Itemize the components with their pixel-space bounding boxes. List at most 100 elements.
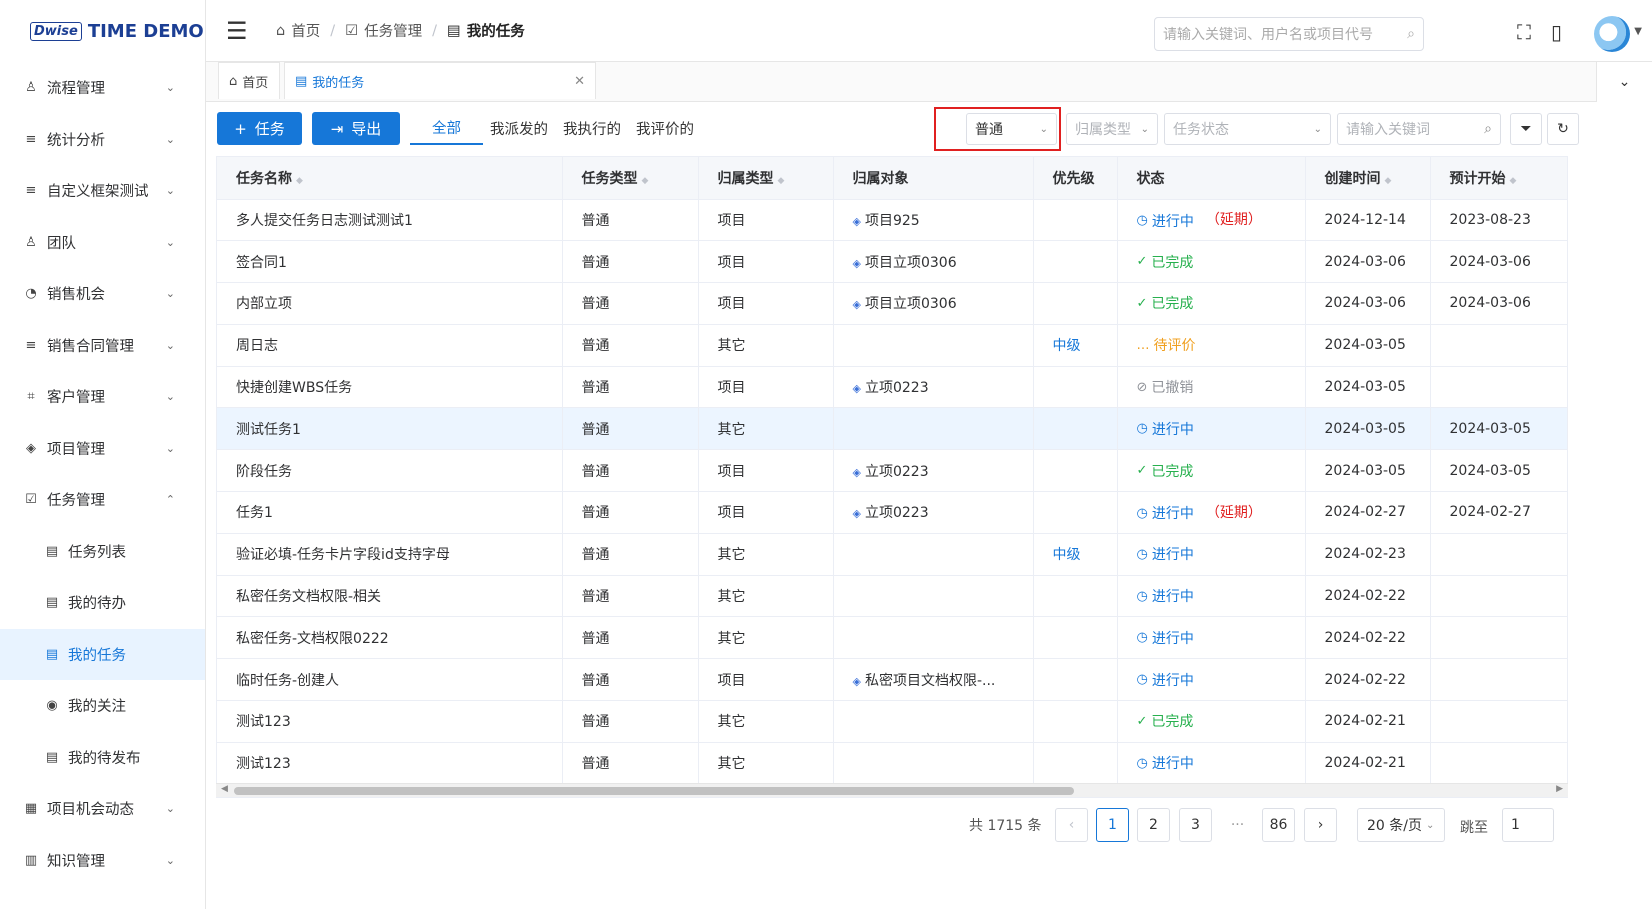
tabs-more-icon[interactable]: ⌄: [1596, 62, 1652, 102]
table-row[interactable]: 测试任务1 普通 其它 ◷ 进行中 2024-03-05 2024-03-05: [217, 407, 1567, 451]
status-badge: ◷ 进行中: [1137, 628, 1194, 648]
status-cell: ◷ 进行中: [1117, 742, 1306, 785]
scrollbar-thumb[interactable]: [234, 787, 1074, 795]
column-header-type[interactable]: 任务类型 ◆: [562, 157, 699, 200]
page-button[interactable]: 2: [1137, 808, 1170, 842]
sidebar-item[interactable]: ≡ 统计分析 ⌄: [0, 114, 205, 166]
check-circle-icon: ✓: [1136, 463, 1148, 479]
tab-my-tasks[interactable]: ▤ 我的任务 ✕: [284, 62, 596, 99]
page-size-select[interactable]: 20 条/页 ⌄: [1357, 808, 1445, 842]
sort-icon[interactable]: ◆: [778, 176, 785, 186]
sort-icon[interactable]: ◆: [642, 176, 649, 186]
sidebar-item[interactable]: ▤ 任务列表: [0, 526, 205, 578]
filter-tab-evaluating[interactable]: 我评价的: [636, 112, 694, 145]
close-icon[interactable]: ✕: [574, 74, 585, 89]
fullscreen-icon[interactable]: ⛶: [1517, 20, 1531, 44]
page-button[interactable]: 86: [1262, 808, 1295, 842]
filter-tab-executing[interactable]: 我执行的: [563, 112, 621, 145]
scroll-left-icon[interactable]: ◀: [221, 784, 228, 794]
belong-object-label[interactable]: 立项0223: [865, 505, 929, 521]
logo[interactable]: Dwise TIME DEMO: [0, 0, 205, 62]
status-badge: ✓ 已完成: [1137, 711, 1194, 731]
sidebar-item-label: 客户管理: [47, 390, 105, 407]
add-task-button[interactable]: + 任务: [217, 112, 302, 145]
sidebar-item[interactable]: ▥ 知识管理 ⌄: [0, 835, 205, 887]
prev-page-button[interactable]: ‹: [1055, 808, 1088, 842]
column-header-belong-type[interactable]: 归属类型 ◆: [698, 157, 834, 200]
table-row[interactable]: 私密任务-文档权限0222 普通 其它 ◷ 进行中 2024-02-22: [217, 616, 1567, 660]
table-row[interactable]: 验证必填-任务卡片字段id支持字母 普通 其它 中级 ◷ 进行中 2024-02-23: [217, 533, 1567, 576]
task-status-select[interactable]: 任务状态 ⌄: [1164, 113, 1331, 145]
column-header-name[interactable]: 任务名称 ◆: [217, 157, 563, 200]
sidebar-item[interactable]: ◈ 项目管理 ⌄: [0, 423, 205, 475]
sidebar-item[interactable]: ♙ 团队 ⌄: [0, 217, 205, 269]
sidebar-item[interactable]: ≡ 自定义框架测试 ⌄: [0, 165, 205, 217]
created-date-cell: 2024-02-21: [1305, 700, 1431, 743]
sort-icon[interactable]: ◆: [1510, 176, 1517, 186]
global-search-input[interactable]: 请输入关键词、用户名或项目代号 ⌕: [1154, 17, 1424, 51]
filter-icon[interactable]: ⏷: [1510, 113, 1542, 145]
belong-object-label[interactable]: 项目925: [865, 213, 920, 229]
sidebar-item[interactable]: ◉ 我的关注: [0, 680, 205, 732]
table-row[interactable]: 周日志 普通 其它 中级 … 待评价 2024-03-05: [217, 324, 1567, 367]
sidebar-item[interactable]: ▤ 我的任务: [0, 628, 205, 680]
refresh-icon[interactable]: ↻: [1547, 113, 1579, 145]
belong-object-label[interactable]: 立项0223: [865, 380, 929, 396]
sidebar-item[interactable]: ♙ 流程管理 ⌄: [0, 62, 205, 114]
horizontal-scrollbar[interactable]: ◀ ▶: [216, 783, 1568, 797]
status-badge: ◷ 进行中: [1137, 419, 1194, 439]
belong-object-label[interactable]: 项目立项0306: [865, 296, 957, 312]
column-header-start[interactable]: 预计开始 ◆: [1430, 157, 1567, 200]
sidebar-item[interactable]: ▤ 我的待发布: [0, 732, 205, 784]
task-type-select[interactable]: 普通 ⌄: [966, 113, 1057, 145]
sidebar-item[interactable]: ☑ 任务管理 ⌃: [0, 474, 205, 526]
breadcrumb-home[interactable]: ⌂ 首页: [276, 20, 320, 41]
filter-tab-dispatched[interactable]: 我派发的: [490, 112, 548, 145]
belong-object-label[interactable]: 项目立项0306: [865, 255, 957, 271]
filter-tab-all[interactable]: 全部: [410, 112, 483, 145]
belong-type-select[interactable]: 归属类型 ⌄: [1066, 113, 1158, 145]
breadcrumb-task-management[interactable]: ☑ 任务管理: [345, 20, 422, 41]
page-ellipsis[interactable]: ···: [1221, 808, 1254, 842]
jump-page-input[interactable]: 1: [1502, 808, 1554, 842]
table-row[interactable]: 测试123 普通 其它 ✓ 已完成 2024-02-21: [217, 700, 1567, 743]
sidebar-item[interactable]: ≡ 销售合同管理 ⌄: [0, 320, 205, 372]
belong-object-label[interactable]: 私密项目文档权限-...: [865, 673, 995, 689]
caret-down-icon[interactable]: ▼: [1634, 26, 1642, 37]
table-row[interactable]: 阶段任务 普通 项目 ◈ 立项0223 ✓ 已完成 2024-03-05 2024-03-05: [217, 449, 1567, 493]
table-row[interactable]: 任务1 普通 项目 ◈ 立项0223 ◷ 进行中 （延期） 2024-02-27 2024-02-…: [217, 491, 1567, 534]
scroll-right-icon[interactable]: ▶: [1556, 784, 1563, 794]
chevron-down-icon: ⌄: [165, 81, 175, 95]
sidebar-item[interactable]: ▦ 项目机会动态 ⌄: [0, 783, 205, 835]
search-icon[interactable]: ⌕: [1407, 26, 1415, 42]
table-row[interactable]: 私密任务文档权限-相关 普通 其它 ◷ 进行中 2024-02-22: [217, 575, 1567, 618]
menu-toggle-icon[interactable]: ☰: [226, 19, 250, 43]
mobile-icon[interactable]: ▯: [1551, 20, 1562, 44]
keyword-search-input[interactable]: 请输入关键词 ⌕: [1337, 113, 1501, 145]
table-row[interactable]: 快捷创建WBS任务 普通 项目 ◈ 立项0223 ⊘ 已撤销 2024-03-05: [217, 366, 1567, 409]
table-row[interactable]: 多人提交任务日志测试测试1 普通 项目 ◈ 项目925 ◷ 进行中 （延期） 2024-12-1…: [217, 199, 1567, 242]
table-row[interactable]: 内部立项 普通 项目 ◈ 项目立项0306 ✓ 已完成 2024-03-06 2024-03-0…: [217, 282, 1567, 325]
sort-icon[interactable]: ◆: [1385, 176, 1392, 186]
sidebar-item[interactable]: ◔ 销售机会 ⌄: [0, 268, 205, 320]
export-button[interactable]: ⇥ 导出: [312, 112, 400, 145]
table-row[interactable]: 临时任务-创建人 普通 项目 ◈ 私密项目文档权限-... ◷ 进行中 2024-02-22: [217, 658, 1567, 702]
check-circle-icon: ✓: [1136, 254, 1148, 270]
page-button[interactable]: 3: [1179, 808, 1212, 842]
priority-cell: 中级: [1033, 533, 1118, 576]
search-icon[interactable]: ⌕: [1484, 121, 1492, 137]
column-header-created[interactable]: 创建时间 ◆: [1305, 157, 1431, 200]
next-page-button[interactable]: ›: [1304, 808, 1337, 842]
table-row[interactable]: 测试123 普通 其它 ◷ 进行中 2024-02-21: [217, 742, 1567, 785]
page-button[interactable]: 1: [1096, 808, 1129, 842]
created-date-cell: 2024-02-21: [1305, 742, 1431, 785]
sidebar-item[interactable]: ⌗ 客户管理 ⌄: [0, 371, 205, 423]
belong-object-cell: [833, 407, 1034, 451]
table-row[interactable]: 签合同1 普通 项目 ◈ 项目立项0306 ✓ 已完成 2024-03-06 2024-03-0…: [217, 240, 1567, 284]
tab-home[interactable]: ⌂ 首页: [218, 62, 280, 99]
sidebar-item[interactable]: ▤ 我的待办: [0, 577, 205, 629]
belong-object-label[interactable]: 立项0223: [865, 464, 929, 480]
sort-icon[interactable]: ◆: [296, 176, 303, 186]
avatar[interactable]: [1594, 16, 1630, 52]
page-tabs: ⌂ 首页 ▤ 我的任务 ✕ ⌄: [206, 62, 1652, 102]
